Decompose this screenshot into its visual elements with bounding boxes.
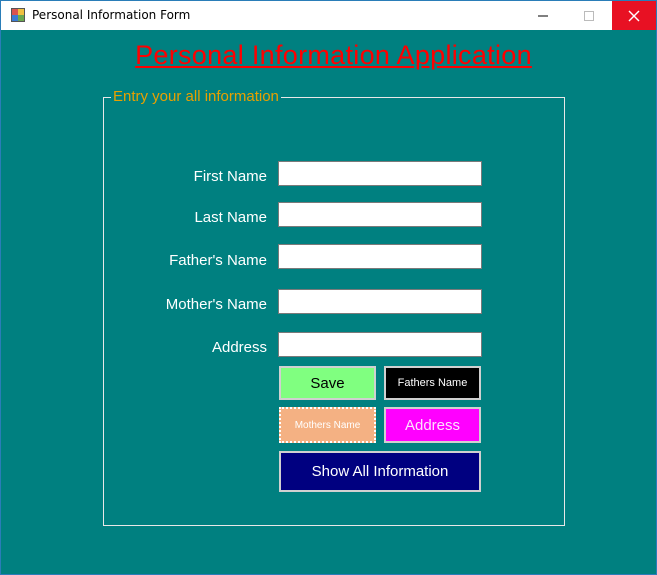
show-all-information-button[interactable]: Show All Information: [279, 451, 481, 492]
mothers-name-button[interactable]: Mothers Name: [279, 407, 376, 443]
app-form-icon: [11, 8, 25, 22]
minimize-icon: [538, 15, 548, 16]
minimize-button[interactable]: [520, 1, 566, 30]
address-button[interactable]: Address: [384, 407, 481, 443]
fathers-name-label: Father's Name: [169, 252, 267, 269]
last-name-label: Last Name: [194, 209, 267, 226]
title-bar[interactable]: Personal Information Form: [1, 1, 656, 30]
fathers-name-input[interactable]: [278, 244, 482, 269]
save-button[interactable]: Save: [279, 366, 376, 400]
close-icon: [628, 10, 640, 21]
address-label: Address: [211, 339, 267, 356]
close-button[interactable]: [612, 1, 656, 30]
mothers-name-label: Mother's Name: [165, 296, 267, 313]
window-title: Personal Information Form: [32, 8, 191, 22]
maximize-icon: [584, 10, 594, 21]
address-input[interactable]: [278, 332, 482, 357]
last-name-input[interactable]: [278, 202, 482, 227]
fathers-name-button[interactable]: Fathers Name: [384, 366, 481, 400]
maximize-button[interactable]: [566, 1, 612, 30]
groupbox-title: Entry your all information: [111, 88, 281, 106]
first-name-input[interactable]: [278, 161, 482, 186]
app-window: Personal Information Form Personal Infor…: [0, 0, 657, 575]
mothers-name-input[interactable]: [278, 289, 482, 314]
form-client-area: Personal Information Application Entry y…: [1, 30, 656, 574]
first-name-label: First Name: [193, 168, 267, 185]
page-title: Personal Information Application: [135, 40, 532, 70]
